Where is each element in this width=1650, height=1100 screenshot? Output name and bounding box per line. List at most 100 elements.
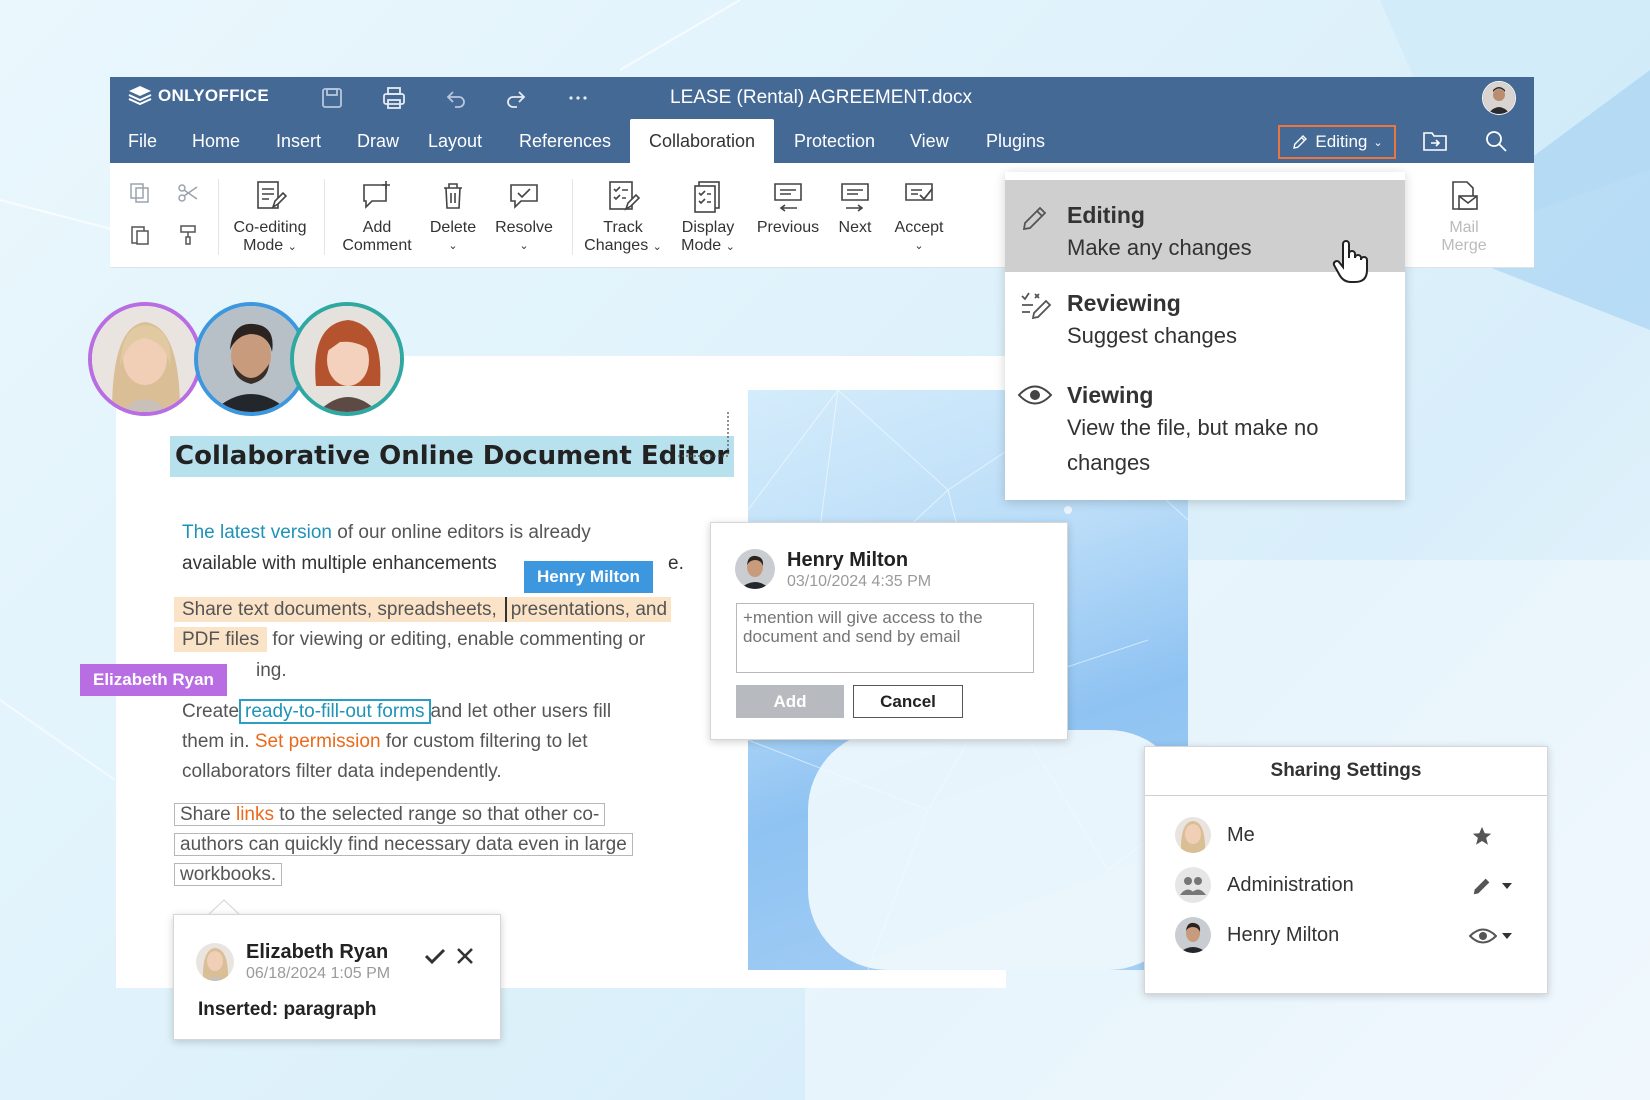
me-avatar <box>1175 817 1211 853</box>
resolve-icon <box>510 184 538 209</box>
mode-option-reviewing[interactable]: Reviewing Suggest changes <box>1005 272 1405 364</box>
mode-option-reviewing-subtitle: Suggest changes <box>1067 323 1238 348</box>
collaborator-avatar-elizabeth[interactable] <box>88 302 202 416</box>
cursor-tag-henry: Henry Milton <box>524 561 653 593</box>
paragraph-2-line-2: PDF files for viewing or editing, enable… <box>174 625 645 655</box>
previous-change-button[interactable]: Previous <box>750 179 826 237</box>
coediting-label-2: Mode <box>243 237 284 254</box>
mode-option-viewing[interactable]: Viewing View the file, but make no chang… <box>1005 364 1405 494</box>
save-icon[interactable] <box>320 86 344 110</box>
paragraph-1-tail: e. <box>668 553 684 574</box>
comment-popup: Henry Milton 03/10/2024 4:35 PM Add Canc… <box>710 522 1068 740</box>
comment-author: Henry Milton <box>787 549 909 571</box>
more-icon[interactable] <box>566 86 590 110</box>
mode-option-reviewing-title: Reviewing <box>1067 290 1181 316</box>
menu-layout[interactable]: Layout <box>428 119 482 163</box>
review-pen-icon <box>1021 292 1052 320</box>
open-location-icon[interactable] <box>1422 129 1448 153</box>
pencil-icon[interactable] <box>1471 875 1493 897</box>
accept-change-icon[interactable] <box>424 947 446 965</box>
add-comment-label: Add <box>362 219 392 236</box>
sharing-row-administration: Administration <box>1175 865 1515 905</box>
print-icon[interactable] <box>382 86 406 110</box>
eye-icon[interactable] <box>1469 927 1497 945</box>
cut-icon[interactable] <box>176 181 200 205</box>
resolve-comment-button[interactable]: Resolve ⌄ <box>488 179 560 255</box>
user-avatar[interactable] <box>1482 81 1516 115</box>
editing-mode-button[interactable]: Editing ⌄ <box>1278 125 1396 159</box>
paragraph-1-text: of our online editors is already <box>331 522 591 543</box>
paragraph-3-text-4: for custom filtering to let <box>380 731 588 752</box>
sharing-settings-panel: Sharing Settings Me Administration Henry… <box>1144 746 1548 994</box>
menu-protection[interactable]: Protection <box>794 119 875 163</box>
collaborator-avatar-user3[interactable] <box>290 302 404 416</box>
paragraph-2-text: for viewing or editing, enable commentin… <box>267 629 646 650</box>
menu-view[interactable]: View <box>910 119 949 163</box>
previous-change-icon <box>774 183 802 212</box>
mode-option-viewing-subtitle: View the file, but make no changes <box>1067 415 1319 475</box>
paragraph-1-line-2: available with multiple enhancements <box>182 549 497 579</box>
mail-merge-label: Mail <box>1449 219 1479 236</box>
coediting-mode-button[interactable]: Co-editing Mode ⌄ <box>222 179 318 256</box>
menu-references[interactable]: References <box>519 119 611 163</box>
menu-insert[interactable]: Insert <box>276 119 321 163</box>
sharing-row-administration-name: Administration <box>1227 873 1354 896</box>
pencil-icon <box>1022 206 1047 231</box>
menu-file[interactable]: File <box>128 119 157 163</box>
redo-icon[interactable] <box>504 86 528 110</box>
forms-link[interactable]: ready-to-fill-out forms <box>239 699 431 724</box>
previous-label: Previous <box>756 219 820 236</box>
paste-icon[interactable] <box>128 223 152 247</box>
delete-label: Delete <box>429 219 477 236</box>
chevron-down-icon[interactable] <box>1501 931 1513 941</box>
display-mode-button[interactable]: Display Mode ⌄ <box>670 179 746 256</box>
set-permission-link[interactable]: Set permission <box>255 731 381 752</box>
chevron-down-icon: ⌄ <box>1373 136 1383 149</box>
latest-version-link[interactable]: The latest version <box>182 522 332 543</box>
menu-bar: File Home Insert Draw Layout References … <box>110 119 1534 163</box>
mail-merge-button[interactable]: Mail Merge <box>1436 179 1492 255</box>
star-icon[interactable] <box>1471 825 1493 847</box>
comment-input[interactable] <box>736 603 1034 673</box>
document-title: LEASE (Rental) AGREEMENT.docx <box>670 87 972 108</box>
accept-label: Accept <box>894 219 944 236</box>
menu-home[interactable]: Home <box>192 119 240 163</box>
sharing-settings-title: Sharing Settings <box>1145 747 1547 796</box>
coediting-label: Co-editing <box>233 219 307 236</box>
chevron-down-icon[interactable] <box>1501 881 1513 891</box>
app-logo: ONLYOFFICE <box>128 85 269 107</box>
trash-icon <box>444 183 462 209</box>
accept-change-button[interactable]: Accept ⌄ <box>886 179 952 255</box>
track-changes-icon <box>609 181 640 211</box>
track-changes-button[interactable]: Track Changes ⌄ <box>580 179 666 256</box>
sharing-row-henry-name: Henry Milton <box>1227 923 1340 946</box>
track-changes-label-2: Changes <box>584 237 649 254</box>
paragraph-3-text: Create <box>182 701 240 722</box>
mode-option-viewing-title: Viewing <box>1067 382 1154 408</box>
copy-icon[interactable] <box>128 181 152 205</box>
onlyoffice-logo-icon <box>128 86 152 106</box>
reject-change-icon[interactable] <box>456 947 474 965</box>
mail-merge-label-2: Merge <box>1441 237 1487 254</box>
add-comment-label-2: Comment <box>342 237 412 254</box>
links-link[interactable]: links <box>236 804 274 825</box>
comment-cancel-button[interactable]: Cancel <box>853 685 963 718</box>
paragraph-3-line-2: them in. Set permission for custom filte… <box>182 727 588 757</box>
paragraph-4-line-3: workbooks. <box>174 860 283 890</box>
comment-add-button[interactable]: Add <box>736 685 844 718</box>
format-painter-icon[interactable] <box>176 223 200 247</box>
next-change-button[interactable]: Next <box>830 179 880 237</box>
mode-dropdown: Editing Make any changes Reviewing Sugge… <box>1005 172 1405 500</box>
delete-comment-button[interactable]: Delete ⌄ <box>422 179 484 255</box>
resolve-label: Resolve <box>495 219 553 236</box>
change-description: Inserted: paragraph <box>198 999 377 1020</box>
undo-icon[interactable] <box>444 86 468 110</box>
paragraph-3-text-2: and let other users fill <box>430 701 612 722</box>
mode-option-editing[interactable]: Editing Make any changes <box>1005 180 1405 283</box>
paragraph-4-text-3: authors can quickly find necessary data … <box>174 833 633 856</box>
search-icon[interactable] <box>1484 129 1508 153</box>
menu-collaboration[interactable]: Collaboration <box>630 119 775 163</box>
menu-plugins[interactable]: Plugins <box>986 119 1045 163</box>
menu-draw[interactable]: Draw <box>357 119 399 163</box>
add-comment-button[interactable]: Add Comment <box>332 179 422 255</box>
